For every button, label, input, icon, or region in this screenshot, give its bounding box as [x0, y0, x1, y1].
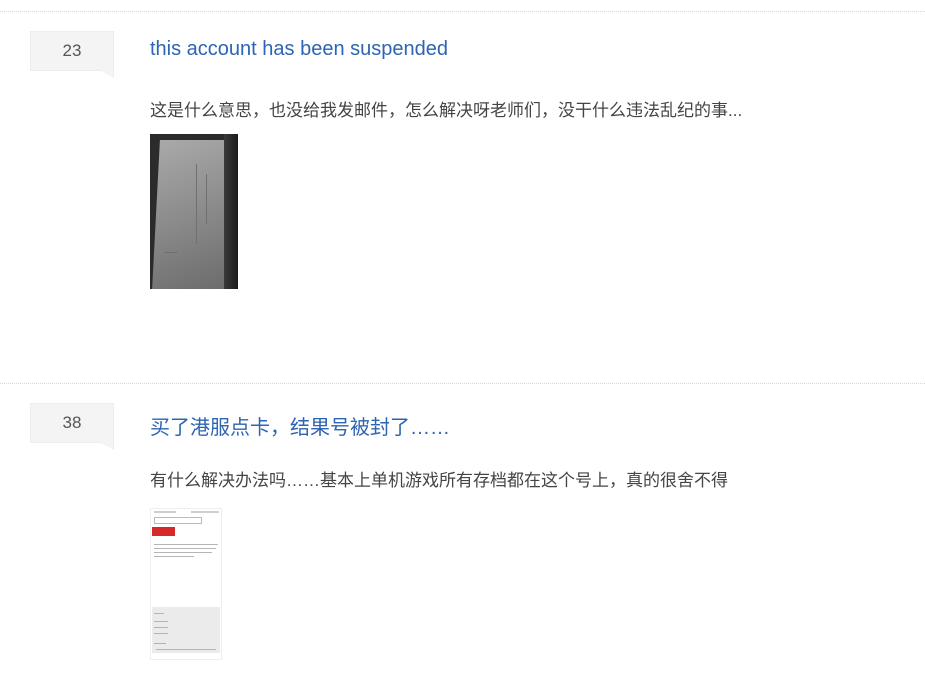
thread-divider — [0, 383, 925, 384]
screenshot-red-button — [152, 527, 175, 536]
screenshot-text-line — [154, 643, 166, 644]
thread-title-link[interactable]: this account has been suspended — [150, 38, 448, 61]
reply-count: 38 — [62, 413, 82, 432]
photo-edge — [224, 134, 238, 289]
reply-count-badge: 23 — [30, 31, 114, 78]
photo-detail — [164, 252, 178, 253]
thread-abstract: 这是什么意思，也没给我发邮件，怎么解决呀老师们，没干什么违法乱纪的事... — [150, 101, 743, 120]
reply-count-badge: 38 — [30, 403, 114, 450]
screenshot-text-line — [154, 613, 164, 614]
thread-title-link[interactable]: 买了港服点卡，结果号被封了…… — [150, 411, 450, 440]
photo-detail — [196, 164, 197, 244]
screenshot-searchbox — [154, 517, 202, 524]
screenshot-text-line — [154, 552, 212, 553]
screenshot-text-line — [154, 556, 194, 557]
screenshot-text-line — [154, 633, 168, 634]
screenshot-text-line — [154, 544, 218, 545]
screenshot-status-bar — [191, 511, 219, 513]
thread-abstract: 有什么解决办法吗……基本上单机游戏所有存档都在这个号上，真的很舍不得 — [150, 471, 728, 490]
screenshot-grey-panel — [152, 607, 220, 653]
thread-image-thumbnail[interactable] — [150, 134, 238, 289]
screenshot-text-line — [154, 548, 216, 549]
screenshot-text-line — [154, 621, 168, 622]
screenshot-status-bar — [154, 511, 176, 513]
top-divider — [0, 11, 925, 12]
screenshot-nav-line — [156, 649, 216, 650]
photo-screen — [152, 140, 232, 289]
photo-detail — [206, 174, 207, 224]
thread-image-thumbnail[interactable] — [150, 508, 222, 660]
screenshot-text-line — [154, 627, 168, 628]
reply-count: 23 — [62, 41, 82, 60]
